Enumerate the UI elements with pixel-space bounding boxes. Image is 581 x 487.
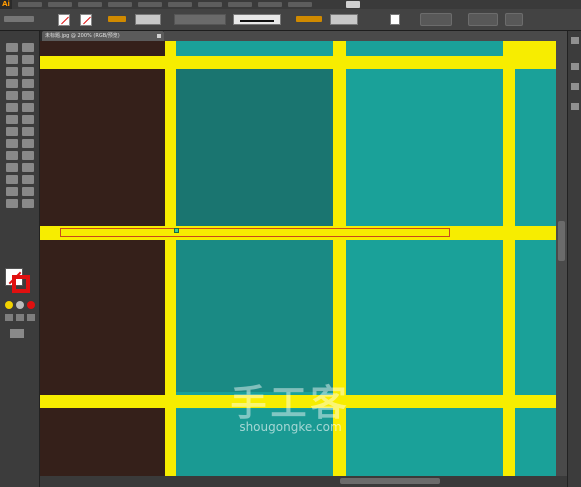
slice-tool-icon[interactable] <box>22 187 34 196</box>
teal-cell <box>173 240 333 392</box>
document-tab-title: 未标题.jpg @ 200% (RGB/预览) <box>45 33 120 39</box>
yellow-horizontal-bar[interactable] <box>40 56 556 69</box>
brush-definition-dropdown[interactable] <box>233 14 281 25</box>
color-mode-buttons <box>5 301 35 309</box>
menu-item[interactable] <box>288 2 312 7</box>
draw-mode-buttons <box>5 314 35 322</box>
draw-normal-icon[interactable] <box>5 314 13 321</box>
panel-icon[interactable] <box>571 103 579 110</box>
menu-item[interactable] <box>18 2 42 7</box>
panel-icon[interactable] <box>571 63 579 70</box>
watermark-title: 手工客 <box>230 383 351 424</box>
horizontal-scroll-thumb[interactable] <box>340 478 440 484</box>
menu-item[interactable] <box>138 2 162 7</box>
line-tool-icon[interactable] <box>6 79 18 88</box>
color-icon[interactable] <box>5 301 13 309</box>
perspective-grid-tool-icon[interactable] <box>22 139 34 148</box>
gradient-icon[interactable] <box>16 301 24 309</box>
eraser-tool-icon[interactable] <box>22 103 34 112</box>
paintbrush-tool-icon[interactable] <box>6 91 18 100</box>
scroll-thumb[interactable] <box>558 221 565 261</box>
opacity-label[interactable] <box>296 16 322 22</box>
menu-item[interactable] <box>228 2 252 7</box>
zoom-tool-icon[interactable] <box>22 199 34 208</box>
menu-bar: Ai <box>0 0 581 9</box>
preferences-button[interactable] <box>505 13 523 26</box>
variable-width-profile[interactable] <box>174 14 226 25</box>
blend-tool-icon[interactable] <box>22 163 34 172</box>
type-tool-icon[interactable] <box>22 67 34 76</box>
artboard-tool-icon[interactable] <box>6 187 18 196</box>
symbol-sprayer-tool-icon[interactable] <box>6 175 18 184</box>
fill-color-swatch[interactable] <box>58 14 70 26</box>
anchor-point[interactable] <box>174 228 179 233</box>
document-tab[interactable]: 未标题.jpg @ 200% (RGB/预览) <box>42 31 164 41</box>
blob-brush-tool-icon[interactable] <box>6 103 18 112</box>
scale-tool-icon[interactable] <box>22 115 34 124</box>
close-icon[interactable] <box>157 34 161 38</box>
stroke-color-swatch[interactable] <box>80 14 92 26</box>
bridge-icon[interactable] <box>346 1 360 8</box>
rotate-tool-icon[interactable] <box>6 115 18 124</box>
direct-selection-tool-icon[interactable] <box>22 43 34 52</box>
magic-wand-tool-icon[interactable] <box>6 55 18 64</box>
menu-item[interactable] <box>108 2 132 7</box>
control-bar <box>0 9 581 31</box>
opacity-field[interactable] <box>330 14 358 25</box>
draw-behind-icon[interactable] <box>16 314 24 321</box>
menu-item[interactable] <box>168 2 192 7</box>
stroke-weight-field[interactable] <box>135 14 161 25</box>
tool-grid <box>6 43 36 208</box>
menu-item[interactable] <box>48 2 72 7</box>
pencil-tool-icon[interactable] <box>22 91 34 100</box>
selected-path-outline[interactable] <box>60 228 450 237</box>
eyedropper-tool-icon[interactable] <box>6 163 18 172</box>
panel-icon[interactable] <box>571 37 579 44</box>
gradient-tool-icon[interactable] <box>22 151 34 160</box>
none-icon[interactable] <box>27 301 35 309</box>
graphic-style-swatch[interactable] <box>390 14 400 25</box>
stroke-color-icon[interactable] <box>12 275 30 293</box>
menu-item[interactable] <box>78 2 102 7</box>
stroke-label[interactable] <box>108 16 126 22</box>
app-logo: Ai <box>0 0 12 9</box>
watermark-url: shougongke.com <box>239 420 342 434</box>
align-button[interactable] <box>420 13 452 26</box>
width-tool-icon[interactable] <box>6 127 18 136</box>
hand-tool-icon[interactable] <box>6 199 18 208</box>
rectangle-tool-icon[interactable] <box>22 79 34 88</box>
mesh-tool-icon[interactable] <box>6 151 18 160</box>
document-setup-button[interactable] <box>468 13 498 26</box>
draw-inside-icon[interactable] <box>27 314 35 321</box>
lasso-tool-icon[interactable] <box>22 55 34 64</box>
screen-mode-icon[interactable] <box>10 329 24 338</box>
fill-stroke-widget[interactable] <box>5 268 31 294</box>
dark-teal-cell <box>173 69 333 226</box>
status-bar <box>40 476 567 487</box>
tab-strip <box>164 31 567 41</box>
selection-label <box>4 16 34 22</box>
free-transform-tool-icon[interactable] <box>22 127 34 136</box>
column-graph-tool-icon[interactable] <box>22 175 34 184</box>
selection-tool-icon[interactable] <box>6 43 18 52</box>
menu-item[interactable] <box>258 2 282 7</box>
panel-icon[interactable] <box>571 83 579 90</box>
shape-builder-tool-icon[interactable] <box>6 139 18 148</box>
menu-item[interactable] <box>198 2 222 7</box>
pen-tool-icon[interactable] <box>6 67 18 76</box>
